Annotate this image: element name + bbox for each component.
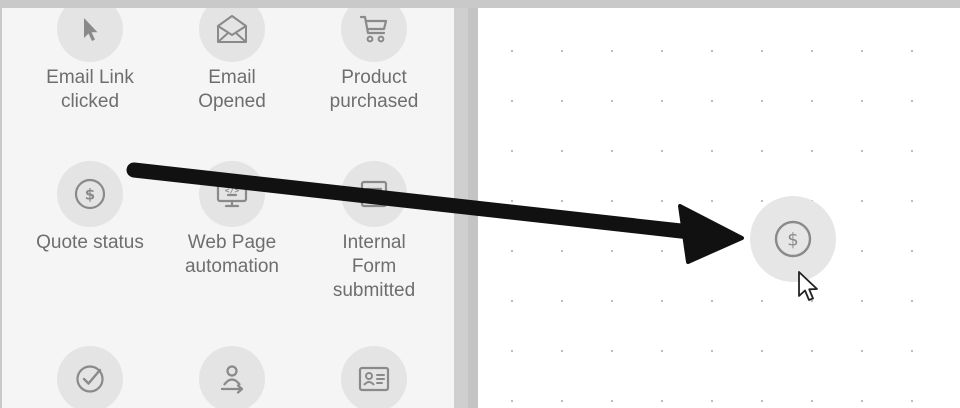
trigger-icon-circle[interactable] — [341, 161, 407, 227]
trigger-row3-item1[interactable] — [20, 346, 160, 408]
trigger-label-line: Opened — [198, 91, 266, 112]
trigger-label-line: Email — [208, 67, 256, 88]
dollar-coin-icon: $ — [74, 178, 106, 210]
mouse-pointer-icon — [798, 271, 818, 301]
trigger-label-line: Product — [341, 67, 407, 88]
svg-text:$: $ — [85, 186, 95, 204]
form-icon — [360, 180, 388, 208]
trigger-internal-form-submitted[interactable]: Internal Form submitted — [304, 161, 444, 303]
contact-card-icon — [358, 366, 390, 392]
trigger-product-purchased[interactable]: Product purchased — [304, 8, 444, 114]
splitter-handle[interactable] — [454, 8, 468, 408]
trigger-label-line: purchased — [329, 91, 419, 112]
shopping-cart-icon — [359, 15, 388, 43]
code-monitor-icon: </> — [216, 179, 248, 208]
trigger-label-line: Email Link — [46, 67, 134, 88]
top-border — [0, 0, 960, 8]
dollar-coin-icon: $ — [774, 220, 812, 258]
trigger-label: Quote status — [20, 231, 160, 255]
trigger-label-line: Quote status — [36, 232, 144, 253]
automation-builder: Email Link clicked Email Opened Product … — [0, 0, 960, 408]
trigger-icon-circle[interactable] — [341, 8, 407, 62]
envelope-open-icon — [217, 15, 247, 43]
workflow-canvas[interactable]: $ — [478, 8, 960, 408]
trigger-palette: Email Link clicked Email Opened Product … — [2, 8, 454, 408]
trigger-label: Email Opened — [162, 66, 302, 114]
cursor-arrow-icon — [84, 18, 98, 41]
trigger-icon-circle[interactable] — [57, 346, 123, 408]
trigger-label: Internal Form submitted — [304, 231, 444, 303]
trigger-icon-circle[interactable] — [341, 346, 407, 408]
trigger-quote-status[interactable]: $ Quote status — [20, 161, 160, 255]
check-circle-icon — [76, 365, 104, 393]
trigger-icon-circle[interactable]: </> — [199, 161, 265, 227]
trigger-label: Web Page automation — [162, 231, 302, 279]
trigger-label-line: Internal — [342, 232, 406, 253]
trigger-icon-circle[interactable] — [199, 346, 265, 408]
trigger-row3-item3[interactable] — [304, 346, 444, 408]
panel-splitter[interactable] — [454, 8, 478, 408]
trigger-label-line: submitted — [332, 280, 416, 301]
trigger-label-line: automation — [184, 256, 279, 277]
trigger-icon-circle[interactable] — [199, 8, 265, 62]
trigger-icon-circle[interactable]: $ — [57, 161, 123, 227]
trigger-web-page-automation[interactable]: </> Web Page automation — [162, 161, 302, 279]
trigger-icon-circle[interactable] — [57, 8, 123, 62]
trigger-email-link-clicked[interactable]: Email Link clicked — [20, 8, 160, 114]
trigger-label-line: clicked — [60, 91, 120, 112]
trigger-label-line: Web Page — [187, 232, 277, 253]
trigger-label: Product purchased — [304, 66, 444, 114]
svg-text:</>: </> — [225, 186, 240, 195]
trigger-label-line: Form — [351, 256, 397, 277]
svg-text:$: $ — [787, 230, 798, 251]
trigger-email-opened[interactable]: Email Opened — [162, 8, 302, 114]
trigger-label: Email Link clicked — [20, 66, 160, 114]
person-arrow-icon — [220, 365, 244, 394]
trigger-row3-item2[interactable] — [162, 346, 302, 408]
